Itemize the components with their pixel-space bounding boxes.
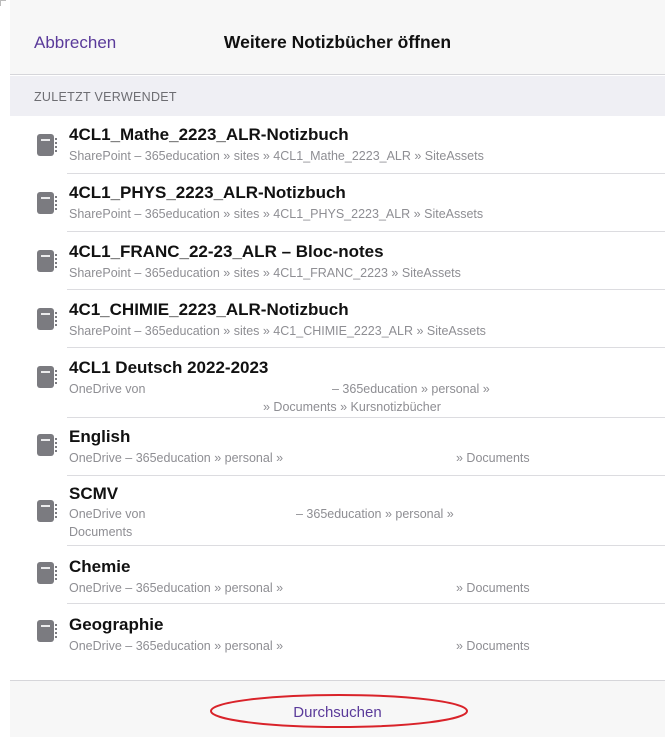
notebook-name: 4CL1 Deutsch 2022-2023	[69, 358, 269, 377]
notebook-path: SharePoint – 365education » sites » 4CL1…	[69, 149, 484, 163]
notebook-icon	[37, 620, 57, 642]
notebook-name: 4CL1_PHYS_2223_ALR-Notizbuch	[69, 183, 346, 202]
section-header-recent: ZULETZT VERWENDET	[10, 76, 665, 116]
notebook-path: SharePoint – 365education » sites » 4CL1…	[69, 266, 461, 280]
notebook-path: » Documents	[456, 451, 530, 465]
browse-button[interactable]: Durchsuchen	[10, 704, 665, 721]
notebook-row-english[interactable]: English OneDrive – 365education » person…	[10, 418, 665, 476]
notebook-icon	[37, 134, 57, 156]
notebook-icon	[37, 500, 57, 522]
notebook-path: OneDrive von	[69, 507, 146, 521]
notebook-row-phys[interactable]: 4CL1_PHYS_2223_ALR-Notizbuch SharePoint …	[10, 174, 665, 232]
notebook-icon	[37, 366, 57, 388]
notebook-path: – 365education » personal »	[296, 507, 454, 521]
notebook-path: » Documents	[456, 581, 530, 595]
notebook-name: English	[69, 427, 131, 446]
notebook-path: » Documents » Kursnotizbücher	[263, 400, 441, 414]
page-title: Weitere Notizbücher öffnen	[223, 32, 452, 52]
notebook-row-scmv[interactable]: SCMV OneDrive von – 365education » perso…	[10, 476, 665, 546]
notebook-row-deutsch[interactable]: 4CL1 Deutsch 2022-2023 OneDrive von – 36…	[10, 348, 665, 418]
notebook-name: Geographie	[69, 615, 164, 634]
notebook-list: 4CL1_Mathe_2223_ALR-Notizbuch SharePoint…	[10, 116, 665, 662]
header-bar: Abbrechen Weitere Notizbücher öffnen	[10, 0, 665, 75]
notebook-row-franc[interactable]: 4CL1_FRANC_22-23_ALR – Bloc-notes ShareP…	[10, 232, 665, 290]
notebook-icon	[37, 308, 57, 330]
section-title: ZULETZT VERWENDET	[34, 90, 177, 104]
notebook-path: – 365education » personal »	[332, 382, 490, 396]
notebook-name: SCMV	[69, 484, 119, 503]
notebook-path: SharePoint – 365education » sites » 4C1_…	[69, 324, 486, 338]
notebook-icon	[37, 434, 57, 456]
window-corner-mark	[0, 0, 6, 6]
notebook-path: SharePoint – 365education » sites » 4CL1…	[69, 207, 484, 221]
notebook-path: » Documents	[456, 639, 530, 653]
footer-bar: Durchsuchen	[10, 680, 665, 737]
notebook-icon	[37, 562, 57, 584]
notebook-path: Documents	[69, 525, 133, 539]
notebook-row-geographie[interactable]: Geographie OneDrive – 365education » per…	[10, 604, 665, 662]
notebook-path: OneDrive – 365education » personal »	[69, 581, 284, 595]
notebook-name: 4CL1_FRANC_22-23_ALR – Bloc-notes	[69, 242, 384, 261]
notebook-name: 4CL1_Mathe_2223_ALR-Notizbuch	[69, 125, 349, 144]
notebook-row-chemie[interactable]: Chemie OneDrive – 365education » persona…	[10, 546, 665, 604]
notebook-icon	[37, 250, 57, 272]
notebook-icon	[37, 192, 57, 214]
notebook-path: OneDrive – 365education » personal »	[69, 451, 284, 465]
notebook-name: 4C1_CHIMIE_2223_ALR-Notizbuch	[69, 300, 349, 319]
notebook-path: OneDrive – 365education » personal »	[69, 639, 284, 653]
notebook-path: OneDrive von	[69, 382, 146, 396]
notebook-name: Chemie	[69, 557, 131, 576]
notebook-row-mathe[interactable]: 4CL1_Mathe_2223_ALR-Notizbuch SharePoint…	[10, 116, 665, 174]
notebook-row-chimie[interactable]: 4C1_CHIMIE_2223_ALR-Notizbuch SharePoint…	[10, 290, 665, 348]
